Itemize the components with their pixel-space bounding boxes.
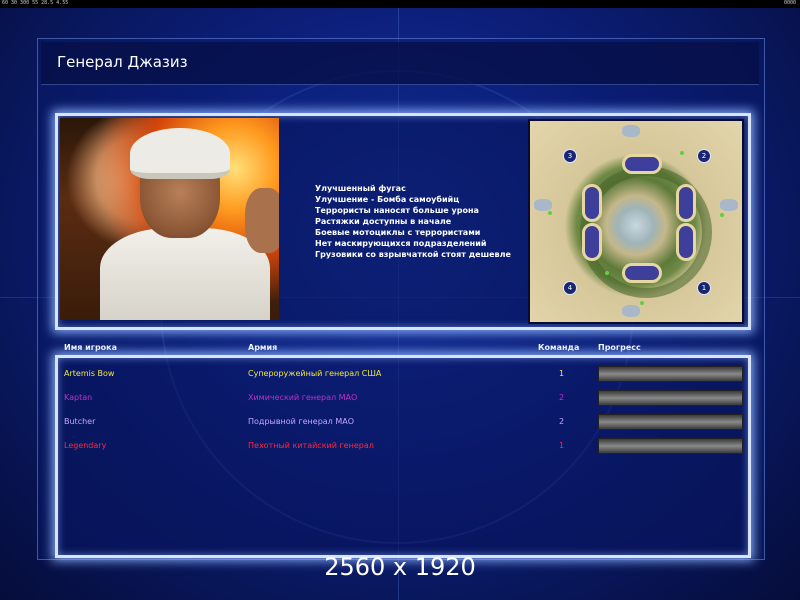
portrait-hand [245,188,279,253]
resolution-overlay: 2560 x 1920 [324,553,476,581]
player-name: Kaptan [64,393,93,402]
player-team: 2 [559,393,565,402]
map-terrain [720,199,738,211]
status-strip-left: 60 30 300 55 28.5 4.55 [2,0,69,6]
player-row: Artemis Bow Супероружейный генерал США 1 [63,366,743,382]
player-team: 1 [559,369,565,378]
page-title: Генерал Джазиз [57,53,188,71]
map-terrain [622,125,640,137]
map-terrain [622,305,640,317]
player-army: Химический генерал МАО [248,393,358,402]
map-lake [622,263,662,283]
column-header-progress: Прогресс [598,343,641,352]
player-progress-bar [598,438,743,454]
status-strip-right: 0000 [783,0,796,6]
map-tree [548,211,552,215]
player-name: Legendary [64,441,107,450]
player-team: 1 [559,441,565,450]
general-features-list: Улучшенный фугас Улучшение - Бомба самоу… [315,183,511,260]
player-progress-bar [598,390,743,406]
feature-item: Растяжки доступны в начале [315,217,452,226]
feature-item: Боевые мотоциклы с террористами [315,228,481,237]
map-tree [720,213,724,217]
map-lake [622,154,662,174]
player-army: Супероружейный генерал США [248,369,382,378]
feature-item: Грузовики со взрывчаткой стоят дешевле [315,250,511,259]
portrait-robe [100,228,270,320]
player-name: Artemis Bow [64,369,115,378]
column-header-team: Команда [538,343,580,352]
portrait-headscarf [130,128,230,179]
column-header-player: Имя игрока [64,343,117,352]
title-bar: Генерал Джазиз [41,42,759,85]
start-position-2: 2 [697,149,711,163]
map-tree [605,271,609,275]
start-position-4: 4 [563,281,577,295]
player-row: Kaptan Химический генерал МАО 2 [63,390,743,406]
map-tree [680,151,684,155]
start-position-1: 1 [697,281,711,295]
player-progress-bar [598,366,743,382]
player-army: Пехотный китайский генерал [248,441,374,450]
player-name: Butcher [64,417,96,426]
minimap-icon: 1 2 3 4 [528,119,744,324]
map-lake [676,184,696,222]
feature-item: Террористы наносят больше урона [315,206,479,215]
player-team: 2 [559,417,565,426]
player-army: Подрывной генерал МАО [248,417,355,426]
player-row: Butcher Подрывной генерал МАО 2 [63,414,743,430]
players-panel [55,355,751,558]
map-terrain [534,199,552,211]
map-lake [582,184,602,222]
map-lake [676,223,696,261]
feature-item: Улучшенный фугас [315,184,406,193]
map-tree [640,301,644,305]
player-progress-bar [598,414,743,430]
column-header-army: Армия [248,343,278,352]
map-lake [582,223,602,261]
general-portrait-icon [60,118,279,320]
player-row: Legendary Пехотный китайский генерал 1 [63,438,743,454]
start-position-3: 3 [563,149,577,163]
feature-item: Нет маскирующихся подразделений [315,239,487,248]
feature-item: Улучшение - Бомба самоубийц [315,195,460,204]
status-strip: 60 30 300 55 28.5 4.55 0000 [0,0,800,8]
